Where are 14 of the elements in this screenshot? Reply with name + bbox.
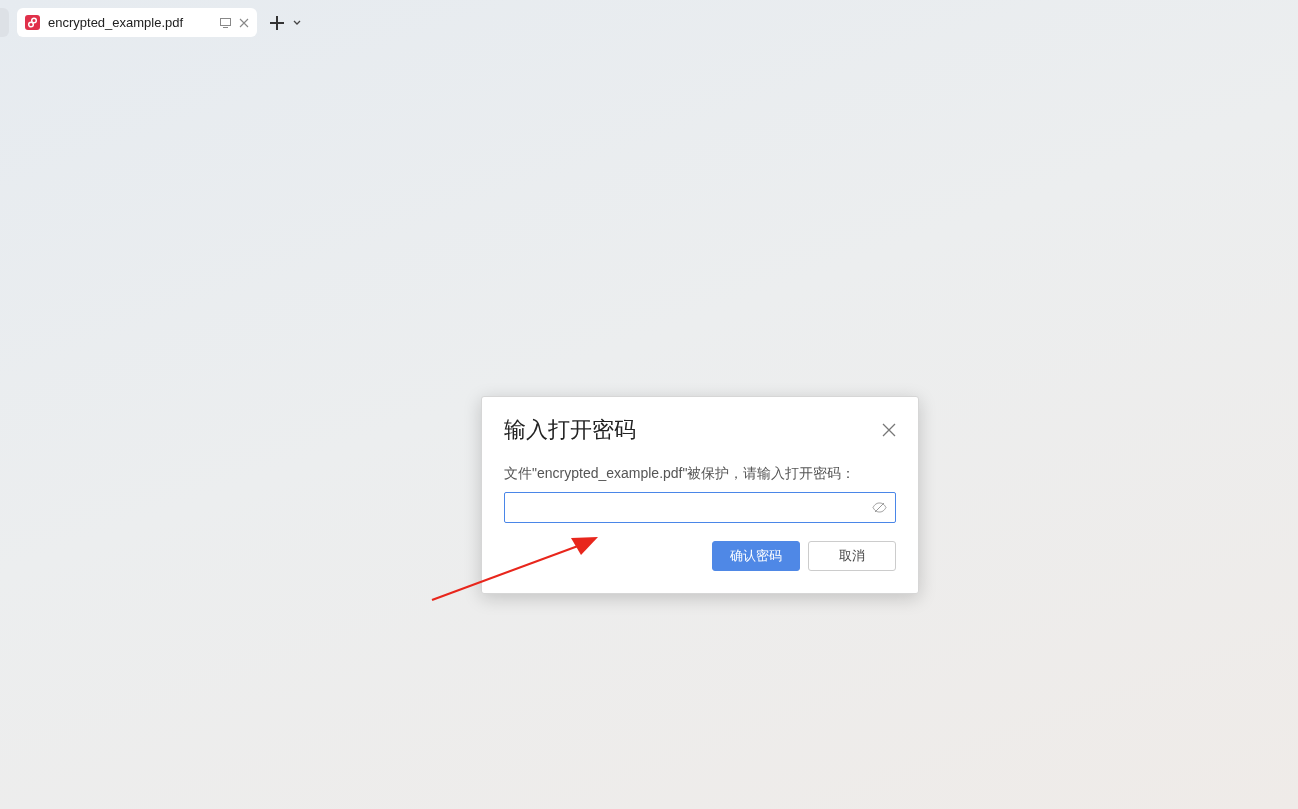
close-tab-icon[interactable] <box>239 17 249 28</box>
dialog-title: 输入打开密码 <box>504 416 636 444</box>
dialog-message: 文件"encrypted_example.pdf"被保护，请输入打开密码： <box>504 464 857 483</box>
hidden-eye-icon[interactable] <box>872 502 887 513</box>
cancel-button[interactable]: 取消 <box>808 541 896 571</box>
chevron-down-icon[interactable] <box>293 19 301 26</box>
confirm-button[interactable]: 确认密码 <box>712 541 800 571</box>
document-tab[interactable]: encrypted_example.pdf <box>17 8 257 37</box>
add-tab-icon[interactable] <box>269 14 285 31</box>
pdf-app-icon <box>25 15 40 30</box>
close-icon[interactable] <box>882 423 896 437</box>
monitor-icon[interactable] <box>220 17 231 28</box>
password-field[interactable] <box>504 492 896 523</box>
tab-title: encrypted_example.pdf <box>48 13 185 32</box>
